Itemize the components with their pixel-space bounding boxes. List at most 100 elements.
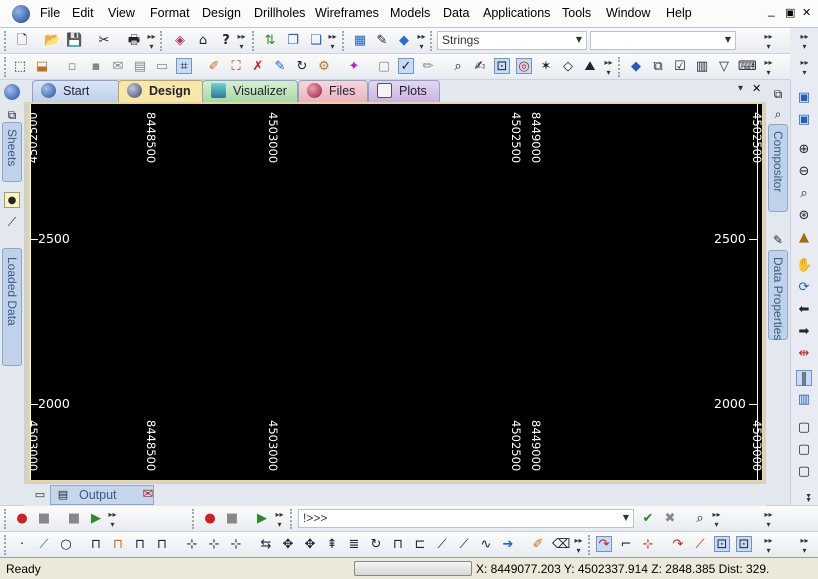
zoom-all-icon[interactable]: ⊛ xyxy=(796,208,812,224)
wand-icon[interactable]: ✦ xyxy=(346,59,362,75)
cancel-icon[interactable]: ✖ xyxy=(662,511,678,527)
pyramid-icon[interactable]: ▲ xyxy=(796,230,812,246)
pen-icon[interactable]: ✎ xyxy=(272,59,288,75)
object-type-select[interactable]: Strings ▼ xyxy=(437,31,587,50)
sheets-tab[interactable]: Sheets xyxy=(2,122,22,182)
globe-icon[interactable] xyxy=(4,84,20,100)
tab-visualizer[interactable]: Visualizer xyxy=(202,80,298,102)
snap-curve-icon[interactable]: ↷ xyxy=(670,537,686,553)
paint-icon[interactable]: ✐ xyxy=(530,537,546,553)
rect-edit-icon[interactable]: ⊓ xyxy=(110,537,126,553)
menu-drillholes[interactable]: Drillholes xyxy=(254,6,305,20)
snap-grid-icon[interactable]: ⊹ xyxy=(640,537,656,553)
snap-point-icon[interactable]: ⟋ xyxy=(692,537,708,553)
zoom-out-icon[interactable]: ⊖ xyxy=(796,164,812,180)
app-logo-icon[interactable] xyxy=(12,5,30,23)
rotate-view-icon[interactable]: ⟳ xyxy=(796,280,812,296)
layer-icon[interactable]: ▫ xyxy=(64,59,80,75)
menu-data[interactable]: Data xyxy=(443,6,469,20)
page-up-icon[interactable]: ▢ xyxy=(796,420,812,436)
minimize-button[interactable]: _ xyxy=(768,3,775,17)
checkbox-icon[interactable]: ☑ xyxy=(672,59,688,75)
section-icon[interactable]: ‖ xyxy=(796,370,812,386)
object-select-icon[interactable]: ⬓ xyxy=(34,59,50,75)
console-icon[interactable]: ▭ xyxy=(32,487,48,503)
toolbar-overflow-icon[interactable]: ▸▸ xyxy=(794,494,814,503)
toolbar-grip[interactable] xyxy=(430,31,434,51)
move-icon[interactable]: ✥ xyxy=(280,537,296,553)
menu-tools[interactable]: Tools xyxy=(562,6,591,20)
mountain-icon[interactable]: ⛰ xyxy=(582,59,598,75)
select-all-icon[interactable]: ⬚ xyxy=(12,59,28,75)
close-string-icon[interactable]: ⊓ xyxy=(390,537,406,553)
point-icon[interactable]: · xyxy=(14,537,30,553)
settings-icon[interactable]: ⚙ xyxy=(316,59,332,75)
window-tile-icon[interactable]: ❏ xyxy=(308,33,324,49)
frame-icon[interactable]: ▭ xyxy=(154,59,170,75)
rotate-icon[interactable]: ↻ xyxy=(294,59,310,75)
toolbar-overflow-icon[interactable]: ▸▸ ▾ xyxy=(237,32,246,52)
split-icon[interactable]: ⟋ xyxy=(434,537,450,553)
toolbar-overflow-icon[interactable]: ▸▸ ▾ xyxy=(147,32,156,52)
filter-icon[interactable]: ▽ xyxy=(716,59,732,75)
toolbar-grip[interactable] xyxy=(618,57,622,77)
toolbar-grip[interactable] xyxy=(290,509,294,529)
search-icon[interactable]: ⌕ xyxy=(450,59,466,75)
zoom-in-icon[interactable]: ⊕ xyxy=(796,142,812,158)
toolbar-overflow-icon[interactable]: ▸▸ ▾ xyxy=(800,58,809,78)
toolbar-overflow-icon[interactable]: ▸▸ ▾ xyxy=(574,536,583,556)
snap-line-icon[interactable]: ⌐ xyxy=(618,537,634,553)
design-viewport[interactable]: 2500 2500 2000 2000 4502500 8448500 4503… xyxy=(28,102,764,482)
zoom-icon[interactable]: ⌕ xyxy=(770,106,786,122)
stack-icon[interactable]: ≣ xyxy=(346,537,362,553)
stop-icon[interactable]: ■ xyxy=(36,511,52,527)
brush-icon[interactable]: ✐ xyxy=(206,59,222,75)
open-folder-icon[interactable]: 📂 xyxy=(44,33,60,49)
section-grid-icon[interactable]: ▥ xyxy=(796,392,812,408)
reverse-icon[interactable]: ⇆ xyxy=(258,537,274,553)
edit-props-icon[interactable]: ✍ xyxy=(472,59,488,75)
tab-design[interactable]: Design xyxy=(118,80,204,102)
toolbar-grip[interactable] xyxy=(588,535,592,555)
expand-icon[interactable]: ⇹ xyxy=(796,346,812,362)
grid-icon[interactable]: ▦ xyxy=(352,33,368,49)
run-macro-icon[interactable]: ▶ xyxy=(254,511,270,527)
line-tool-icon[interactable]: ⟋ xyxy=(4,214,20,230)
target-icon[interactable]: ◎ xyxy=(516,58,532,74)
menu-view[interactable]: View xyxy=(108,6,135,20)
pan-icon[interactable]: ✋ xyxy=(796,258,812,274)
search-icon[interactable]: ⌕ xyxy=(692,511,708,527)
toolbar-overflow-icon[interactable]: ▸▸ ▾ xyxy=(764,536,773,556)
layer-off-icon[interactable]: ▪ xyxy=(88,59,104,75)
snap-box-icon[interactable]: ⊡ xyxy=(714,536,730,552)
toolbar-grip[interactable] xyxy=(192,509,196,529)
edit-sheet-icon[interactable]: ✎ xyxy=(374,33,390,49)
record-icon[interactable]: ● xyxy=(14,511,30,527)
log-icon[interactable]: ✉ xyxy=(140,487,156,503)
menu-format[interactable]: Format xyxy=(150,6,190,20)
accept-icon[interactable]: ✔ xyxy=(640,511,656,527)
toolbar-overflow-icon[interactable]: ▸▸ ▾ xyxy=(764,32,773,52)
data-properties-icon[interactable]: ✎ xyxy=(770,232,786,248)
arrow-left-icon[interactable]: ⬅ xyxy=(796,302,812,318)
loaded-data-tab[interactable]: Loaded Data xyxy=(2,248,22,366)
toolbar-overflow-icon[interactable]: ▸▸ ▾ xyxy=(604,58,613,78)
tab-plots[interactable]: Plots xyxy=(368,80,440,102)
window-new-icon[interactable]: ❐ xyxy=(285,33,301,49)
toolbar-grip[interactable] xyxy=(4,509,8,529)
close-tab-button[interactable]: ✕ xyxy=(752,82,761,95)
page-down-icon[interactable]: ▢ xyxy=(796,464,812,480)
rect-break-icon[interactable]: ⊓ xyxy=(132,537,148,553)
toolbar-overflow-icon[interactable]: ▸▸ ▾ xyxy=(417,32,426,52)
menu-models[interactable]: Models xyxy=(390,6,430,20)
keyboard-icon[interactable]: ⌨ xyxy=(738,59,757,75)
close-button[interactable]: ✕ xyxy=(802,6,811,19)
toolbar-overflow-icon[interactable]: ▸▸ ▾ xyxy=(712,510,721,530)
toolbar-overflow-icon[interactable]: ▸▸ ▾ xyxy=(800,32,809,52)
view-icon[interactable]: ▣ xyxy=(796,90,812,106)
rect-icon[interactable]: ⊓ xyxy=(88,537,104,553)
copy-icon[interactable]: ⧉ xyxy=(650,59,666,75)
pause-icon[interactable]: ■ xyxy=(66,511,82,527)
zoom-window-icon[interactable]: ⌕ xyxy=(796,186,812,202)
star-icon[interactable]: ✶ xyxy=(538,59,554,75)
